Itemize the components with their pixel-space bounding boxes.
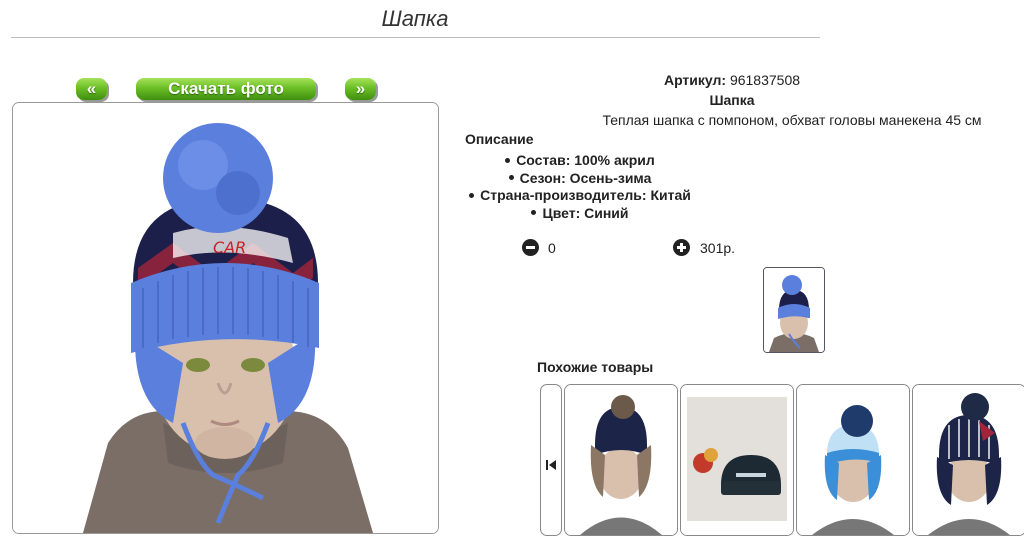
- spec-list: Состав: 100% акрил Сезон: Осень-зима Стр…: [465, 152, 695, 222]
- sku-value: 961837508: [729, 72, 801, 88]
- svg-text:CAR: CAR: [213, 238, 246, 257]
- next-photo-button[interactable]: »: [345, 78, 376, 100]
- child-wearing-hat-image: CAR: [13, 103, 438, 533]
- similar-product-image: [681, 385, 793, 535]
- similar-product-card[interactable]: [796, 384, 910, 536]
- similar-product-image: [797, 385, 909, 535]
- similar-product-card[interactable]: [912, 384, 1024, 536]
- spec-item: Состав: 100% акрил: [465, 152, 695, 170]
- main-product-photo: CAR: [12, 102, 439, 534]
- quantity-value: 0: [548, 240, 556, 256]
- decrease-quantity-icon[interactable]: [522, 239, 539, 256]
- spec-text: Цвет: Синий: [542, 204, 629, 221]
- spec-text: Состав: 100% акрил: [516, 152, 655, 168]
- similar-product-image: [565, 385, 677, 535]
- bullet-icon: [531, 210, 537, 216]
- add-to-cart-plus-icon[interactable]: [673, 239, 690, 256]
- download-photo-button[interactable]: Скачать фото: [136, 78, 316, 100]
- page-title: Шапка: [381, 6, 449, 31]
- sku-line: Артикул: 961837508: [440, 72, 1024, 88]
- sku-label: Артикул:: [663, 72, 727, 88]
- spec-item: Страна-производитель: Китай: [465, 187, 695, 205]
- similar-product-card[interactable]: [564, 384, 678, 536]
- similar-product-card[interactable]: [680, 384, 794, 536]
- price: 301р.: [700, 240, 736, 256]
- spec-item: Цвет: Синий: [465, 205, 695, 223]
- carousel-prev-button[interactable]: [540, 384, 562, 536]
- title-divider: [11, 37, 820, 38]
- similar-products-heading: Похожие товары: [537, 359, 654, 375]
- bullet-icon: [508, 175, 514, 181]
- spec-text: Страна-производитель: Китай: [480, 187, 691, 203]
- skip-back-icon: [546, 460, 556, 470]
- product-name: Шапка: [709, 92, 755, 108]
- similar-product-image: [913, 385, 1024, 535]
- spec-item: Сезон: Осень-зима: [465, 170, 695, 188]
- spec-text: Сезон: Осень-зима: [519, 169, 652, 186]
- bullet-icon: [469, 192, 475, 198]
- bullet-icon: [505, 157, 511, 163]
- description-heading: Описание: [465, 131, 534, 147]
- thumbnail-image: [764, 268, 824, 352]
- product-thumbnail[interactable]: [763, 267, 825, 353]
- product-description: Теплая шапка с помпоном, обхват головы м…: [602, 112, 982, 128]
- prev-photo-button[interactable]: «: [76, 78, 107, 100]
